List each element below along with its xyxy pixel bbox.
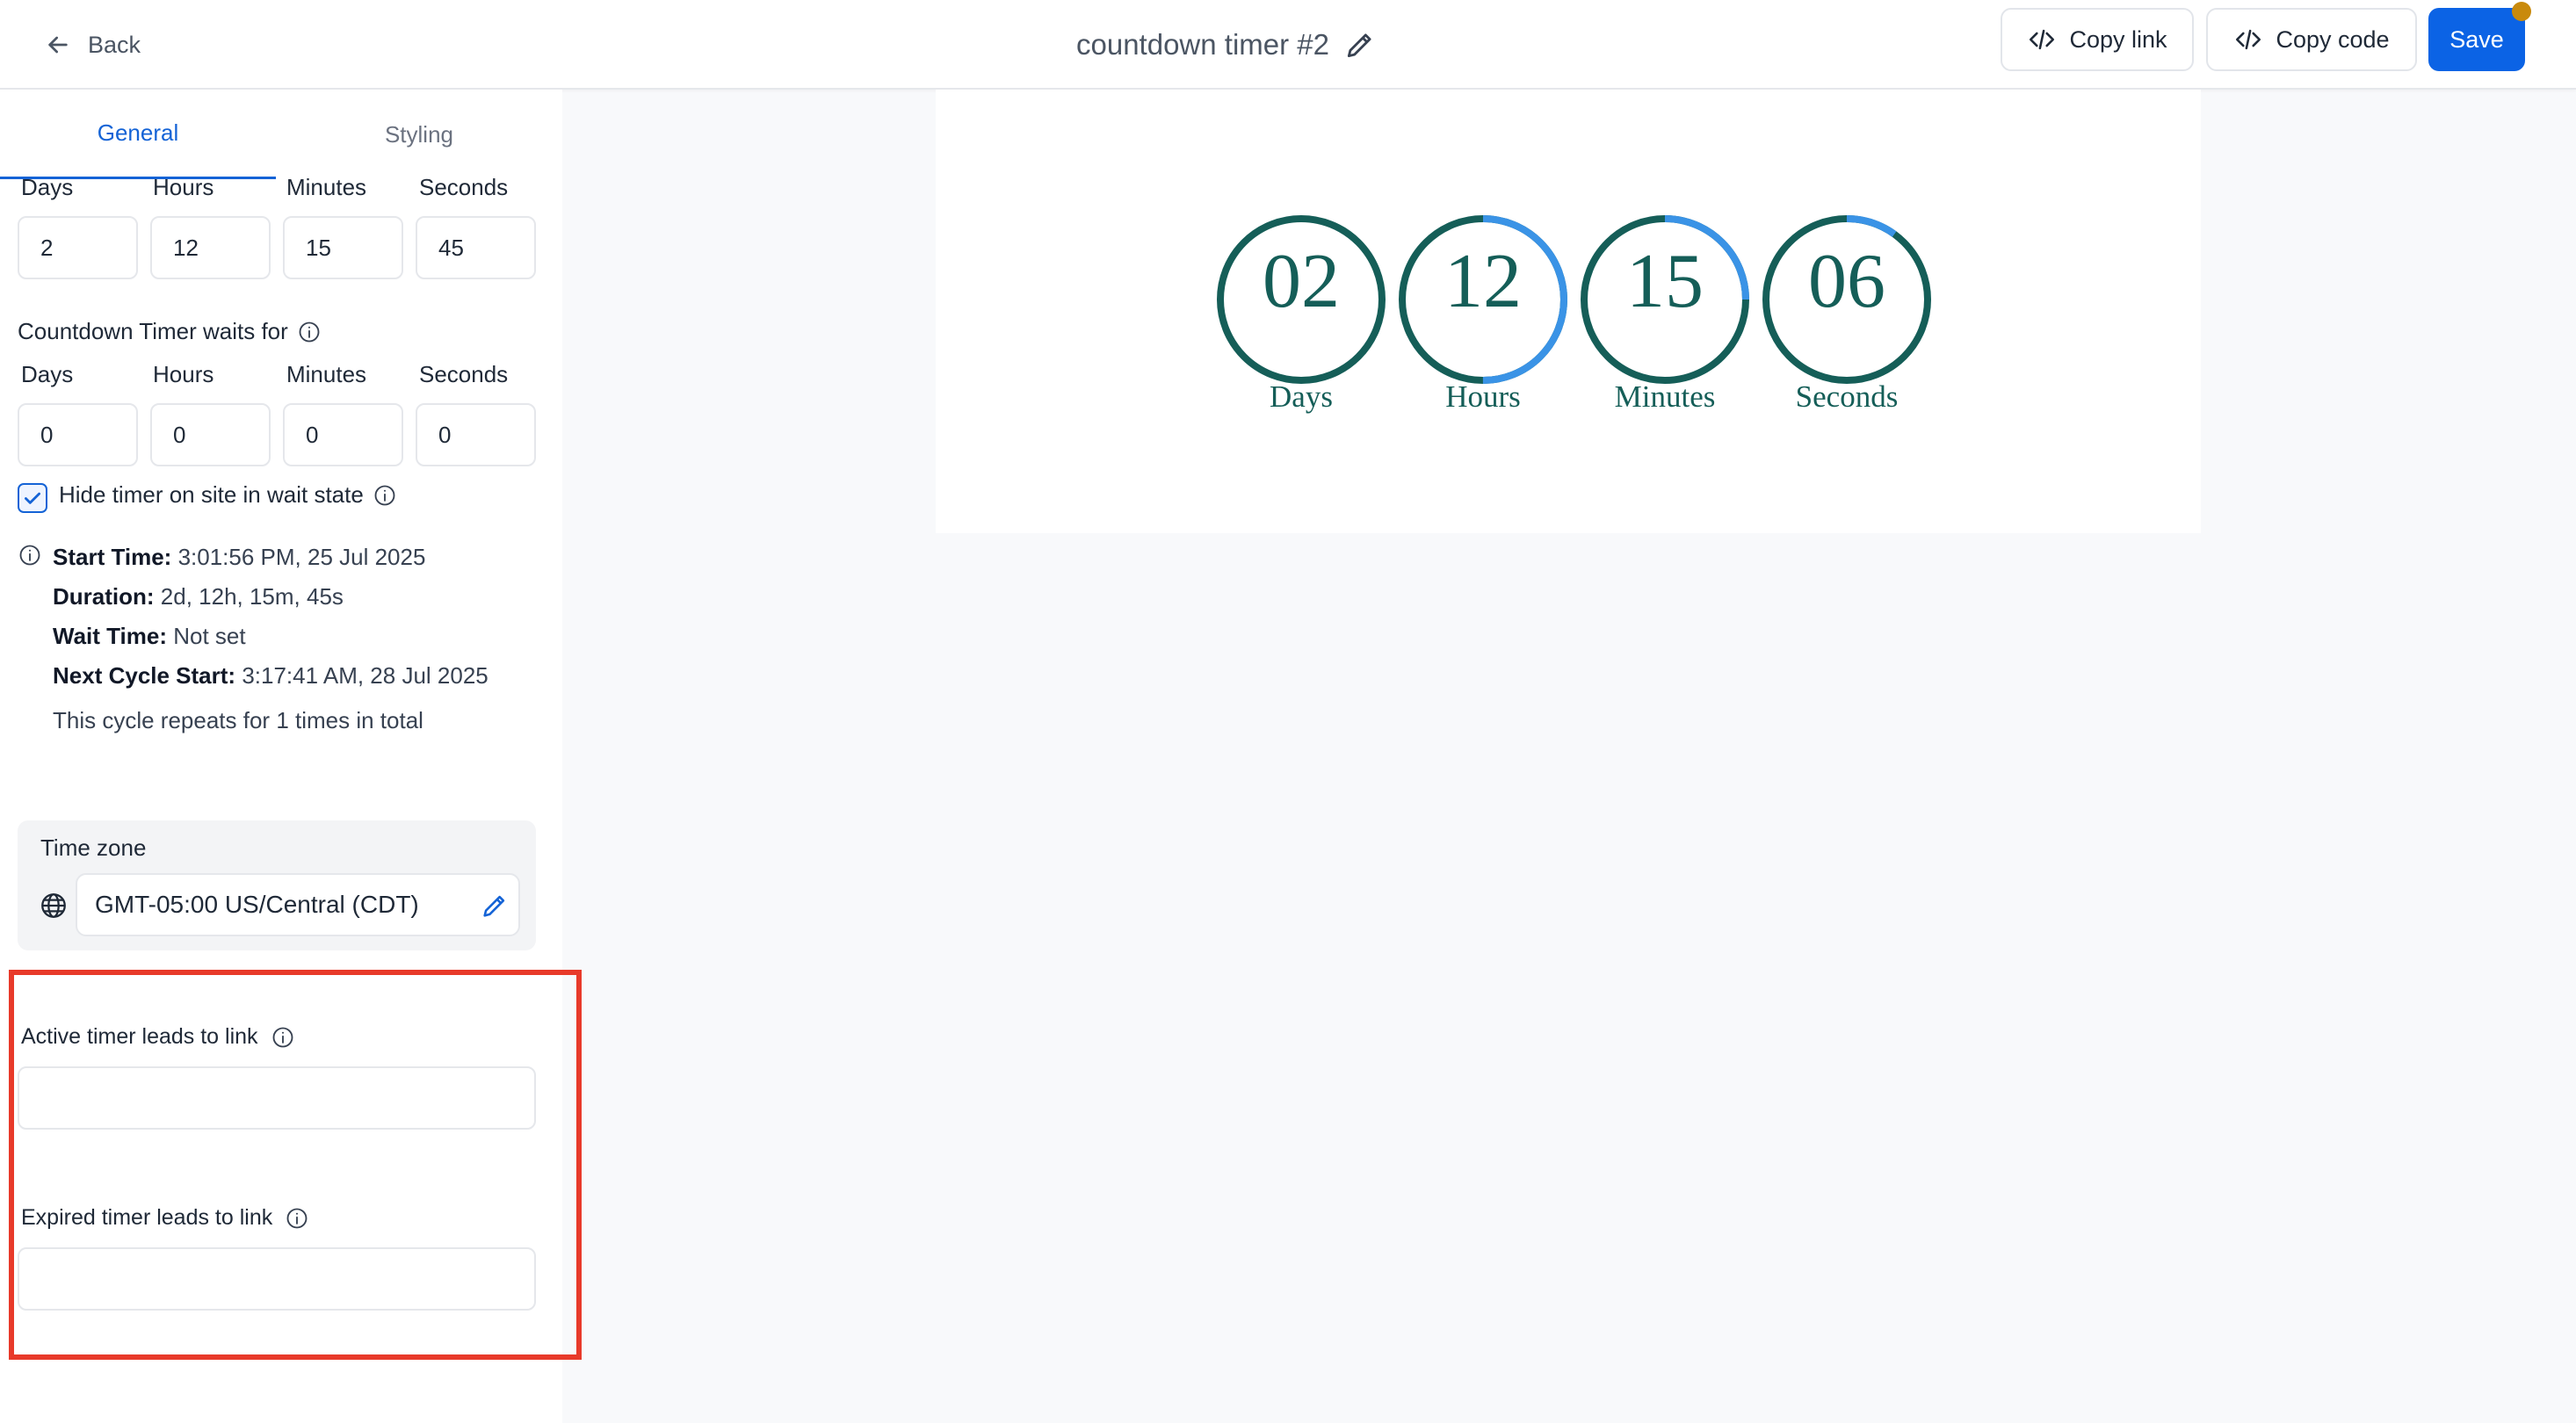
expired-link-label: Expired timer leads to link — [21, 1205, 273, 1230]
duration-label: Duration: — [53, 583, 155, 610]
wait-hours-label: Hours — [153, 361, 214, 387]
timezone-select[interactable]: GMT-05:00 US/Central (CDT) — [76, 873, 520, 936]
timezone-value: GMT-05:00 US/Central (CDT) — [95, 891, 419, 918]
code-icon — [2030, 29, 2055, 50]
countdown-unit-days: 02 Days — [1213, 212, 1389, 414]
active-link-label-row: Active timer leads to link — [21, 1024, 295, 1050]
duration-value: 2d, 12h, 15m, 45s — [160, 583, 344, 610]
expired-link-input[interactable] — [18, 1247, 536, 1311]
repeat-text: This cycle repeats for 1 times in total — [53, 707, 423, 733]
info-icon — [19, 545, 40, 566]
top-bar: Back countdown timer #2 Copy link Copy c… — [0, 0, 2576, 90]
info-icon[interactable] — [297, 320, 322, 344]
countdown-days-label: Days — [1270, 379, 1333, 414]
duration-seconds-input[interactable]: 45 — [416, 216, 536, 279]
duration-hours-input[interactable]: 12 — [150, 216, 271, 279]
pencil-icon[interactable] — [1343, 28, 1377, 61]
countdown-unit-hours: 12 Hours — [1395, 212, 1571, 414]
globe-icon — [41, 893, 66, 918]
back-button[interactable]: Back — [44, 19, 141, 70]
wait-minutes-label: Minutes — [286, 361, 367, 387]
duration-days-input[interactable]: 2 — [18, 216, 138, 279]
timezone-card: Time zone GMT-05:00 US/Central (CDT) — [18, 820, 536, 950]
hide-timer-label: Hide timer on site in wait state — [59, 481, 364, 508]
copy-link-label: Copy link — [2069, 25, 2167, 53]
code-icon — [2236, 29, 2261, 50]
info-icon[interactable] — [373, 483, 397, 508]
back-label: Back — [88, 31, 141, 58]
expired-link-label-row: Expired timer leads to link — [21, 1205, 309, 1231]
arrow-left-icon — [48, 36, 68, 54]
tab-bar: General Styling — [0, 90, 562, 179]
page-title-group: countdown timer #2 — [1076, 18, 1377, 72]
countdown-seconds-number: 06 — [1808, 239, 1885, 324]
info-icon[interactable] — [285, 1206, 309, 1231]
settings-sidebar: General Styling Days Hours Minutes Secon… — [0, 90, 562, 1423]
copy-link-button[interactable]: Copy link — [2001, 8, 2194, 71]
tab-styling[interactable]: Styling — [276, 90, 562, 179]
pencil-icon[interactable] — [480, 891, 510, 921]
copy-code-button[interactable]: Copy code — [2206, 8, 2417, 71]
copy-code-label: Copy code — [2276, 25, 2390, 53]
hide-timer-row: Hide timer on site in wait state — [59, 481, 397, 509]
countdown-hours-label: Hours — [1445, 379, 1521, 414]
countdown-days-number: 02 — [1263, 239, 1340, 324]
duration-seconds-label: Seconds — [419, 174, 509, 200]
countdown-minutes-label: Minutes — [1614, 379, 1716, 414]
next-cycle-line: Next Cycle Start: 3:17:41 AM, 28 Jul 202… — [53, 662, 488, 690]
check-icon — [25, 492, 40, 504]
wait-minutes-input[interactable]: 0 — [283, 403, 403, 466]
duration-minutes-input[interactable]: 15 — [283, 216, 403, 279]
wait-days-input[interactable]: 0 — [18, 403, 138, 466]
countdown-unit-seconds: 06 Seconds — [1759, 212, 1935, 414]
duration-line: Duration: 2d, 12h, 15m, 45s — [53, 583, 344, 610]
wait-days-label: Days — [21, 361, 74, 387]
tab-general[interactable]: General — [0, 90, 276, 179]
start-time-line: Start Time: 3:01:56 PM, 25 Jul 2025 — [53, 544, 425, 571]
wait-title-row: Countdown Timer waits for — [18, 318, 322, 345]
duration-days-label: Days — [21, 174, 74, 200]
info-icon[interactable] — [271, 1025, 295, 1050]
wait-time-line: Wait Time: Not set — [53, 623, 246, 650]
page-title: countdown timer #2 — [1076, 28, 1329, 61]
wait-time-value: Not set — [173, 623, 246, 649]
start-time-value: 3:01:56 PM, 25 Jul 2025 — [177, 544, 426, 570]
next-cycle-value: 3:17:41 AM, 28 Jul 2025 — [242, 662, 488, 689]
wait-time-label: Wait Time: — [53, 623, 168, 649]
next-cycle-label: Next Cycle Start: — [53, 662, 236, 689]
notification-dot — [2512, 2, 2531, 21]
save-button[interactable]: Save — [2428, 8, 2525, 71]
wait-seconds-label: Seconds — [419, 361, 509, 387]
active-link-label: Active timer leads to link — [21, 1024, 258, 1049]
wait-seconds-input[interactable]: 0 — [416, 403, 536, 466]
countdown-hours-number: 12 — [1444, 239, 1522, 324]
wait-hours-input[interactable]: 0 — [150, 403, 271, 466]
countdown-unit-minutes: 15 Minutes — [1577, 212, 1753, 414]
timezone-label: Time zone — [40, 834, 147, 861]
wait-title: Countdown Timer waits for — [18, 318, 288, 344]
start-time-label: Start Time: — [53, 544, 172, 570]
duration-hours-label: Hours — [153, 174, 214, 200]
active-link-input[interactable] — [18, 1066, 536, 1130]
hide-timer-checkbox[interactable] — [18, 483, 47, 513]
duration-minutes-label: Minutes — [286, 174, 367, 200]
countdown-minutes-number: 15 — [1626, 239, 1704, 324]
timer-preview-card: 02 Days 12 Hours 15 Minutes 06 Seconds — [936, 90, 2201, 533]
countdown-seconds-label: Seconds — [1795, 379, 1899, 414]
